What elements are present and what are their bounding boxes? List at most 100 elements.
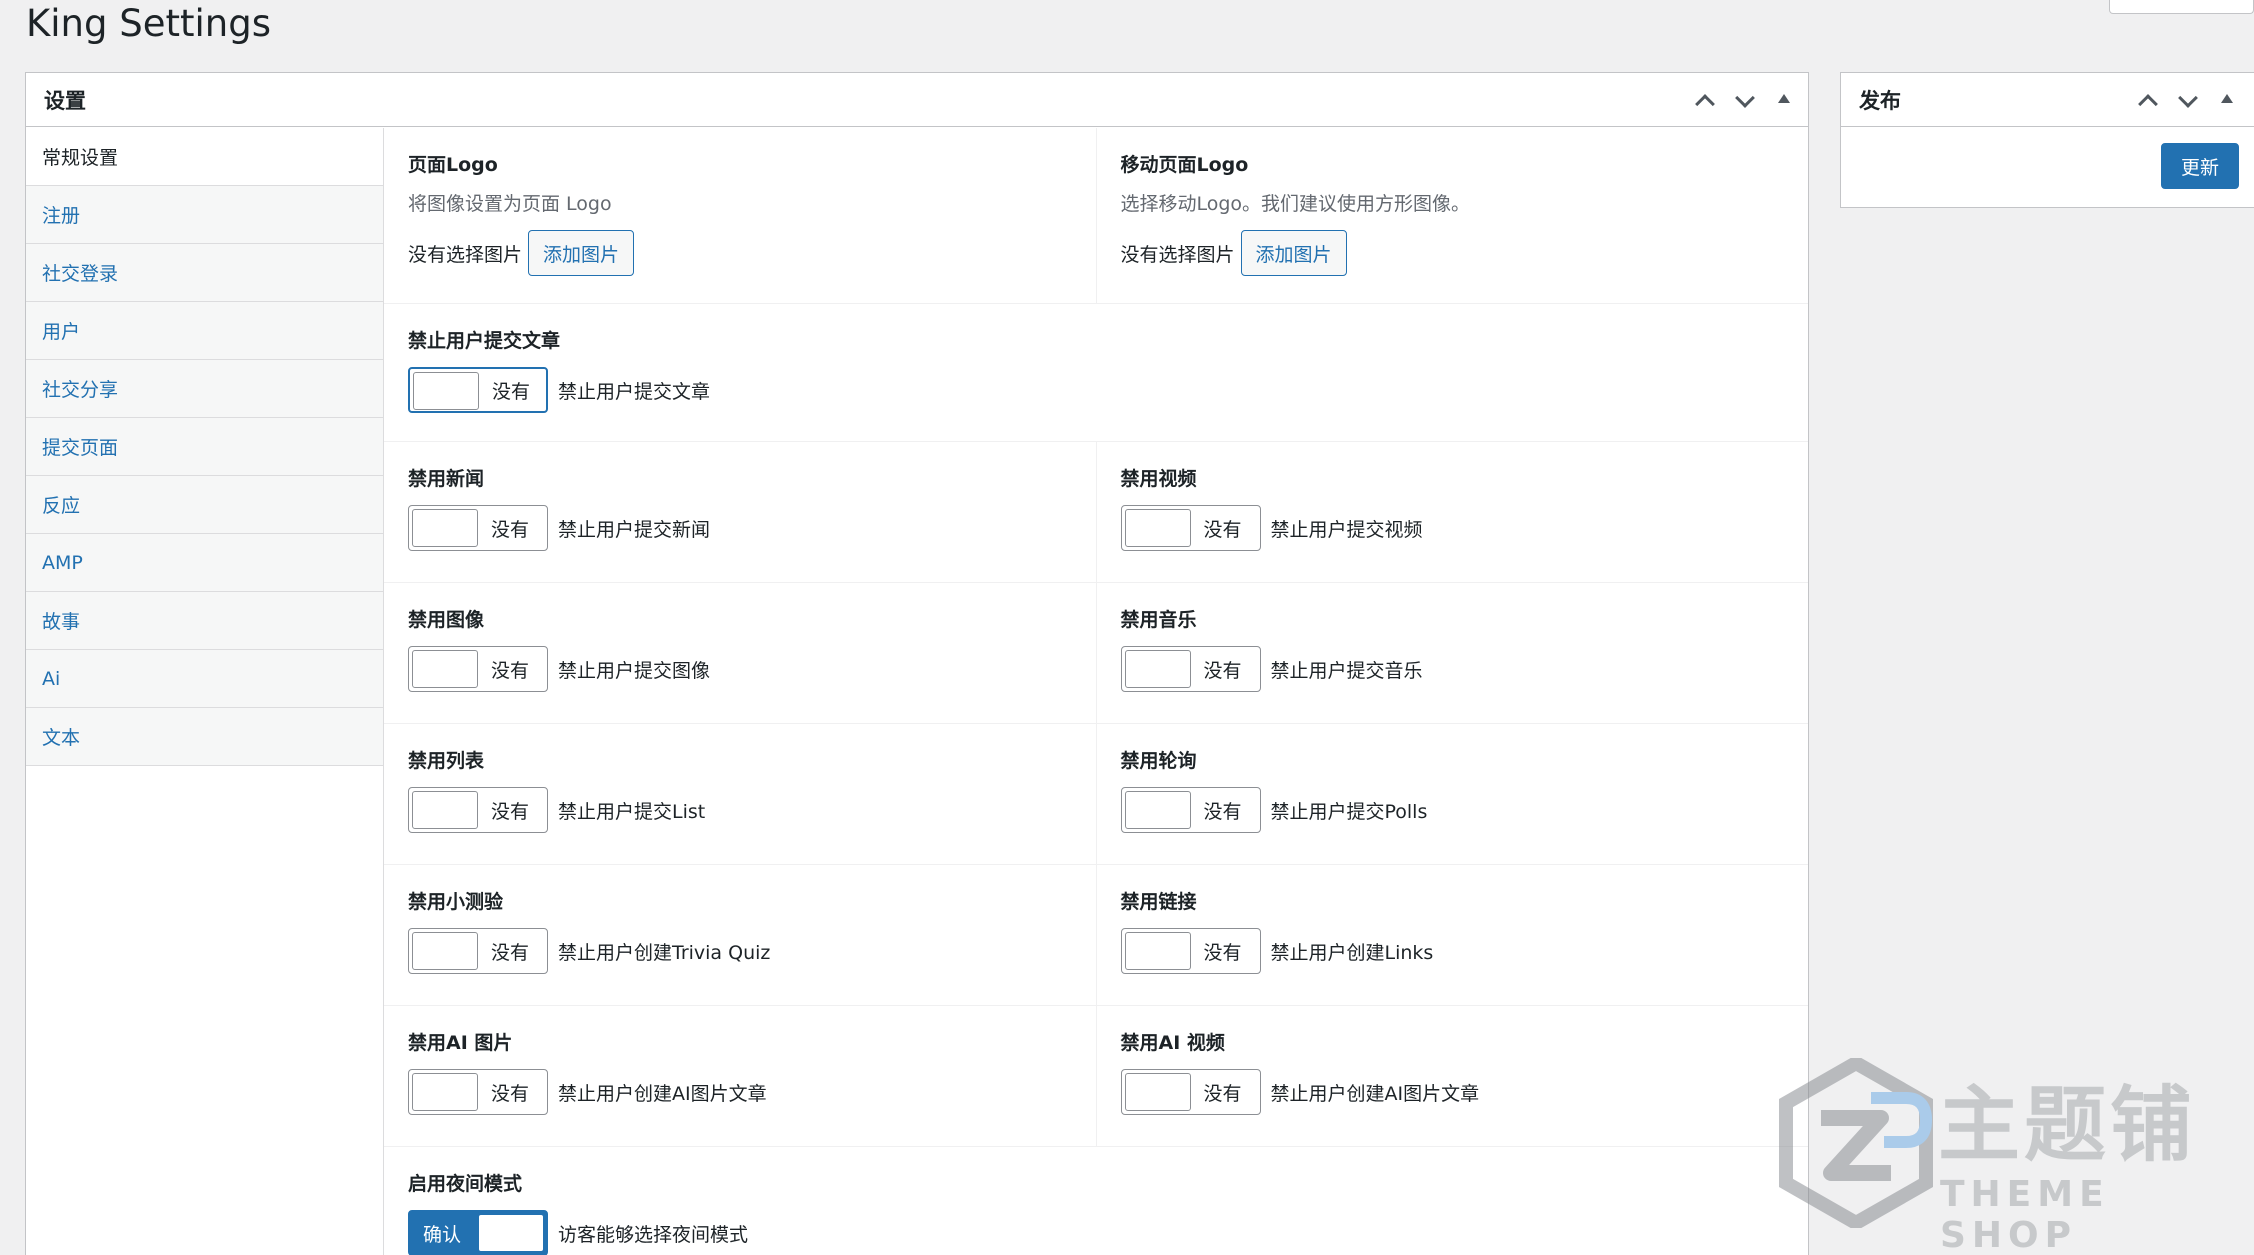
- publish-body: 更新: [1841, 127, 2254, 207]
- disable-image-field: 禁用图像 没有 禁止用户提交图像: [384, 583, 1096, 723]
- toggle-label: 确认: [423, 1223, 462, 1246]
- add-page-logo-button[interactable]: 添加图片: [528, 230, 635, 276]
- disable-news-toggle[interactable]: 没有: [408, 505, 548, 551]
- field-label: 移动页面Logo: [1120, 154, 1249, 176]
- tab-ai[interactable]: Ai: [26, 650, 383, 708]
- field-label: 禁用AI 图片: [408, 1032, 513, 1054]
- toggle-description: 禁止用户提交音乐: [1270, 659, 1423, 682]
- tab-register[interactable]: 注册: [26, 186, 383, 244]
- toggle-description: 禁止用户提交Polls: [1270, 800, 1428, 823]
- disable-polls-toggle[interactable]: 没有: [1120, 787, 1261, 833]
- page-logo-field: 页面Logo 将图像设置为页面 Logo 没有选择图片 添加图片: [384, 128, 1096, 303]
- collapse-toggle-icon[interactable]: [2215, 88, 2239, 112]
- toggle-description: 禁止用户提交新闻: [558, 518, 711, 541]
- toggle-description: 禁止用户创建Trivia Quiz: [558, 941, 771, 964]
- tab-submit-page[interactable]: 提交页面: [26, 418, 383, 476]
- field-label: 启用夜间模式: [408, 1173, 523, 1195]
- disable-posts-toggle[interactable]: 没有: [408, 367, 548, 413]
- tab-social-login[interactable]: 社交登录: [26, 244, 383, 302]
- settings-postbox: 设置 常规设置 注册 社交登录 用户 社交分享 提交页面 反应 AMP 故事 A…: [25, 72, 1809, 1255]
- field-label: 禁用轮询: [1120, 750, 1197, 772]
- watermark-text: 主题铺: [1938, 1078, 2197, 1173]
- logo-row: 页面Logo 将图像设置为页面 Logo 没有选择图片 添加图片 移动页面Log…: [384, 128, 1808, 304]
- ai-row: 禁用AI 图片 没有 禁止用户创建AI图片文章 禁用AI 视频 没有 禁止用户创…: [384, 1006, 1808, 1147]
- disable-video-toggle[interactable]: 没有: [1120, 505, 1261, 551]
- toggle-label: 没有: [492, 380, 531, 403]
- toggle-knob: [1124, 650, 1191, 688]
- field-label: 页面Logo: [408, 154, 498, 176]
- publish-postbox: 发布 更新: [1840, 72, 2254, 208]
- tab-stories[interactable]: 故事: [26, 592, 383, 650]
- tab-text[interactable]: 文本: [26, 708, 383, 766]
- toggle-description: 禁止用户提交文章: [558, 380, 711, 403]
- add-mobile-logo-button[interactable]: 添加图片: [1240, 230, 1347, 276]
- tab-reactions[interactable]: 反应: [26, 476, 383, 534]
- move-up-icon[interactable]: [1692, 88, 1716, 112]
- disable-list-toggle[interactable]: 没有: [408, 787, 548, 833]
- toggle-label: 没有: [1203, 518, 1242, 541]
- field-label: 禁止用户提交文章: [408, 330, 561, 352]
- settings-title: 设置: [44, 88, 86, 113]
- toggle-label: 没有: [1203, 659, 1242, 682]
- disable-news-field: 禁用新闻 没有 禁止用户提交新闻: [384, 442, 1096, 582]
- collapse-toggle-icon[interactable]: [1772, 88, 1796, 112]
- field-label: 禁用小测验: [408, 891, 504, 913]
- disable-ai-image-toggle[interactable]: 没有: [408, 1069, 548, 1115]
- toggle-knob: [412, 650, 478, 688]
- field-label: 禁用音乐: [1120, 609, 1197, 631]
- disable-links-toggle[interactable]: 没有: [1120, 928, 1261, 974]
- disable-posts-field: 禁止用户提交文章 没有 禁止用户提交文章: [384, 304, 1808, 441]
- publish-title: 发布: [1859, 88, 1901, 113]
- tab-users[interactable]: 用户: [26, 302, 383, 360]
- tab-social-share[interactable]: 社交分享: [26, 360, 383, 418]
- disable-polls-field: 禁用轮询 没有 禁止用户提交Polls: [1095, 724, 1809, 864]
- field-label: 禁用AI 视频: [1120, 1032, 1225, 1054]
- field-label: 禁用新闻: [408, 468, 485, 490]
- settings-header: 设置: [26, 73, 1808, 127]
- toggle-knob: [1124, 932, 1191, 970]
- disable-links-field: 禁用链接 没有 禁止用户创建Links: [1095, 865, 1809, 1005]
- move-up-icon[interactable]: [2135, 88, 2159, 112]
- field-label: 禁用图像: [408, 609, 485, 631]
- update-button[interactable]: 更新: [2161, 143, 2239, 189]
- night-mode-row: 启用夜间模式 确认 访客能够选择夜间模式: [384, 1147, 1808, 1255]
- image-status: 没有选择图片: [1120, 243, 1235, 266]
- toggle-knob: [412, 932, 478, 970]
- disable-music-toggle[interactable]: 没有: [1120, 646, 1261, 692]
- field-label: 禁用视频: [1120, 468, 1197, 490]
- disable-video-field: 禁用视频 没有 禁止用户提交视频: [1095, 442, 1809, 582]
- disable-ai-image-field: 禁用AI 图片 没有 禁止用户创建AI图片文章: [384, 1006, 1096, 1146]
- toggle-label: 没有: [491, 800, 530, 823]
- watermark-subtext: THEME SHOP: [1940, 1174, 2110, 1255]
- theme-shop-logo-icon: [1779, 1054, 1933, 1232]
- disable-ai-video-toggle[interactable]: 没有: [1120, 1069, 1261, 1115]
- screen-options-tab[interactable]: [2109, 0, 2254, 14]
- settings-tab-nav: 常规设置 注册 社交登录 用户 社交分享 提交页面 反应 AMP 故事 Ai 文…: [26, 128, 384, 1255]
- toggle-description: 禁止用户提交视频: [1270, 518, 1423, 541]
- page-title: King Settings: [26, 2, 271, 45]
- toggle-knob: [412, 509, 478, 547]
- tab-amp[interactable]: AMP: [26, 534, 383, 592]
- disable-quiz-toggle[interactable]: 没有: [408, 928, 548, 974]
- quiz-links-row: 禁用小测验 没有 禁止用户创建Trivia Quiz 禁用链接 没有 禁止用户创…: [384, 865, 1808, 1006]
- toggle-label: 没有: [491, 659, 530, 682]
- disable-list-field: 禁用列表 没有 禁止用户提交List: [384, 724, 1096, 864]
- tab-general[interactable]: 常规设置: [26, 128, 383, 186]
- toggle-description: 禁止用户创建AI图片文章: [1270, 1082, 1480, 1105]
- field-label: 禁用列表: [408, 750, 485, 772]
- move-down-icon[interactable]: [2175, 88, 2199, 112]
- settings-controls: [1692, 73, 1796, 127]
- toggle-description: 禁止用户提交图像: [558, 659, 711, 682]
- night-mode-toggle[interactable]: 确认: [408, 1210, 548, 1255]
- field-description: 选择移动Logo。我们建议使用方形图像。: [1120, 193, 1471, 215]
- toggle-label: 没有: [491, 518, 530, 541]
- disable-ai-video-field: 禁用AI 视频 没有 禁止用户创建AI图片文章: [1095, 1006, 1809, 1146]
- toggle-label: 没有: [1203, 800, 1242, 823]
- publish-controls: [2135, 73, 2239, 127]
- toggle-knob: [478, 1214, 544, 1252]
- move-down-icon[interactable]: [1732, 88, 1756, 112]
- disable-image-toggle[interactable]: 没有: [408, 646, 548, 692]
- settings-content: 页面Logo 将图像设置为页面 Logo 没有选择图片 添加图片 移动页面Log…: [384, 128, 1808, 1255]
- image-status: 没有选择图片: [408, 243, 523, 266]
- mobile-logo-field: 移动页面Logo 选择移动Logo。我们建议使用方形图像。 没有选择图片 添加图…: [1095, 128, 1809, 303]
